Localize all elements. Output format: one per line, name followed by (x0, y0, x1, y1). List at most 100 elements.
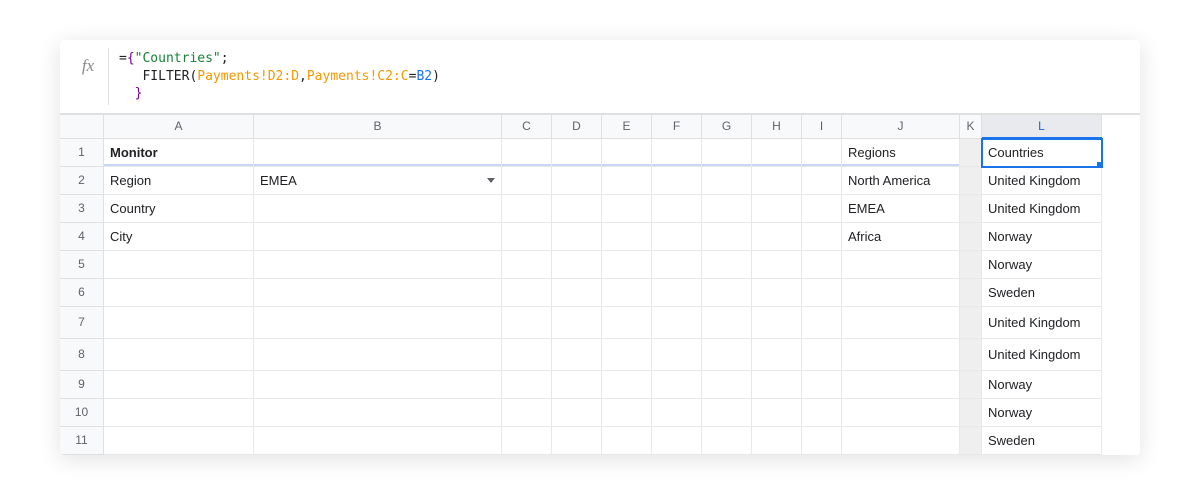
cell-L10[interactable]: Norway (982, 399, 1102, 427)
cell-L1[interactable]: Countries (982, 139, 1102, 167)
cell-A2[interactable]: Region (104, 167, 254, 195)
cell-G9[interactable] (702, 371, 752, 399)
cell-J6[interactable] (842, 279, 960, 307)
cell-F2[interactable] (652, 167, 702, 195)
cell-H11[interactable] (752, 427, 802, 455)
cell-E5[interactable] (602, 251, 652, 279)
cell-G1[interactable] (702, 139, 752, 167)
cell-K4[interactable] (960, 223, 982, 251)
cell-C3[interactable] (502, 195, 552, 223)
cell-F5[interactable] (652, 251, 702, 279)
cell-K2[interactable] (960, 167, 982, 195)
cell-E11[interactable] (602, 427, 652, 455)
cell-J11[interactable] (842, 427, 960, 455)
cell-C1[interactable] (502, 139, 552, 167)
cell-D9[interactable] (552, 371, 602, 399)
column-header-L[interactable]: L (982, 115, 1102, 139)
row-header-8[interactable]: 8 (60, 339, 104, 371)
cell-G3[interactable] (702, 195, 752, 223)
cell-I1[interactable] (802, 139, 842, 167)
cell-D2[interactable] (552, 167, 602, 195)
cell-B9[interactable] (254, 371, 502, 399)
cell-K10[interactable] (960, 399, 982, 427)
cell-C9[interactable] (502, 371, 552, 399)
cell-D10[interactable] (552, 399, 602, 427)
cell-D6[interactable] (552, 279, 602, 307)
row-header-9[interactable]: 9 (60, 371, 104, 399)
cell-C4[interactable] (502, 223, 552, 251)
cell-L8[interactable]: United Kingdom (982, 339, 1102, 371)
cell-F4[interactable] (652, 223, 702, 251)
cell-B10[interactable] (254, 399, 502, 427)
column-header-J[interactable]: J (842, 115, 960, 139)
cell-E4[interactable] (602, 223, 652, 251)
cell-I9[interactable] (802, 371, 842, 399)
cell-I8[interactable] (802, 339, 842, 371)
cell-G6[interactable] (702, 279, 752, 307)
cell-I7[interactable] (802, 307, 842, 339)
cell-J1[interactable]: Regions (842, 139, 960, 167)
cell-H8[interactable] (752, 339, 802, 371)
cell-E2[interactable] (602, 167, 652, 195)
cell-H4[interactable] (752, 223, 802, 251)
cell-C2[interactable] (502, 167, 552, 195)
cell-B4[interactable] (254, 223, 502, 251)
cell-I10[interactable] (802, 399, 842, 427)
cell-I3[interactable] (802, 195, 842, 223)
cell-L4[interactable]: Norway (982, 223, 1102, 251)
cell-F11[interactable] (652, 427, 702, 455)
cell-B8[interactable] (254, 339, 502, 371)
cell-I11[interactable] (802, 427, 842, 455)
cell-E1[interactable] (602, 139, 652, 167)
cell-D8[interactable] (552, 339, 602, 371)
cell-E6[interactable] (602, 279, 652, 307)
cell-L2[interactable]: United Kingdom (982, 167, 1102, 195)
cell-D5[interactable] (552, 251, 602, 279)
row-header-10[interactable]: 10 (60, 399, 104, 427)
row-header-4[interactable]: 4 (60, 223, 104, 251)
cell-G2[interactable] (702, 167, 752, 195)
cell-G7[interactable] (702, 307, 752, 339)
cell-H10[interactable] (752, 399, 802, 427)
cell-J8[interactable] (842, 339, 960, 371)
cell-L3[interactable]: United Kingdom (982, 195, 1102, 223)
cell-C6[interactable] (502, 279, 552, 307)
cell-K5[interactable] (960, 251, 982, 279)
cell-J5[interactable] (842, 251, 960, 279)
cell-E8[interactable] (602, 339, 652, 371)
cell-D3[interactable] (552, 195, 602, 223)
cell-A6[interactable] (104, 279, 254, 307)
cell-A9[interactable] (104, 371, 254, 399)
cell-H6[interactable] (752, 279, 802, 307)
cell-D7[interactable] (552, 307, 602, 339)
column-header-H[interactable]: H (752, 115, 802, 139)
cell-J4[interactable]: Africa (842, 223, 960, 251)
row-header-3[interactable]: 3 (60, 195, 104, 223)
cell-L11[interactable]: Sweden (982, 427, 1102, 455)
cell-A7[interactable] (104, 307, 254, 339)
cell-G8[interactable] (702, 339, 752, 371)
cell-C8[interactable] (502, 339, 552, 371)
column-header-I[interactable]: I (802, 115, 842, 139)
cell-I4[interactable] (802, 223, 842, 251)
cell-L7[interactable]: United Kingdom (982, 307, 1102, 339)
cell-C10[interactable] (502, 399, 552, 427)
cell-A4[interactable]: City (104, 223, 254, 251)
row-header-6[interactable]: 6 (60, 279, 104, 307)
spreadsheet-grid[interactable]: ABCDEFGHIJKL1MonitorRegionsCountries2Reg… (60, 114, 1140, 455)
cell-B3[interactable] (254, 195, 502, 223)
cell-H1[interactable] (752, 139, 802, 167)
cell-F7[interactable] (652, 307, 702, 339)
cell-K7[interactable] (960, 307, 982, 339)
cell-G10[interactable] (702, 399, 752, 427)
cell-F6[interactable] (652, 279, 702, 307)
cell-E3[interactable] (602, 195, 652, 223)
column-header-B[interactable]: B (254, 115, 502, 139)
cell-H7[interactable] (752, 307, 802, 339)
cell-B2[interactable]: EMEA (254, 167, 502, 195)
cell-F10[interactable] (652, 399, 702, 427)
column-header-D[interactable]: D (552, 115, 602, 139)
column-header-E[interactable]: E (602, 115, 652, 139)
column-header-A[interactable]: A (104, 115, 254, 139)
cell-J2[interactable]: North America (842, 167, 960, 195)
